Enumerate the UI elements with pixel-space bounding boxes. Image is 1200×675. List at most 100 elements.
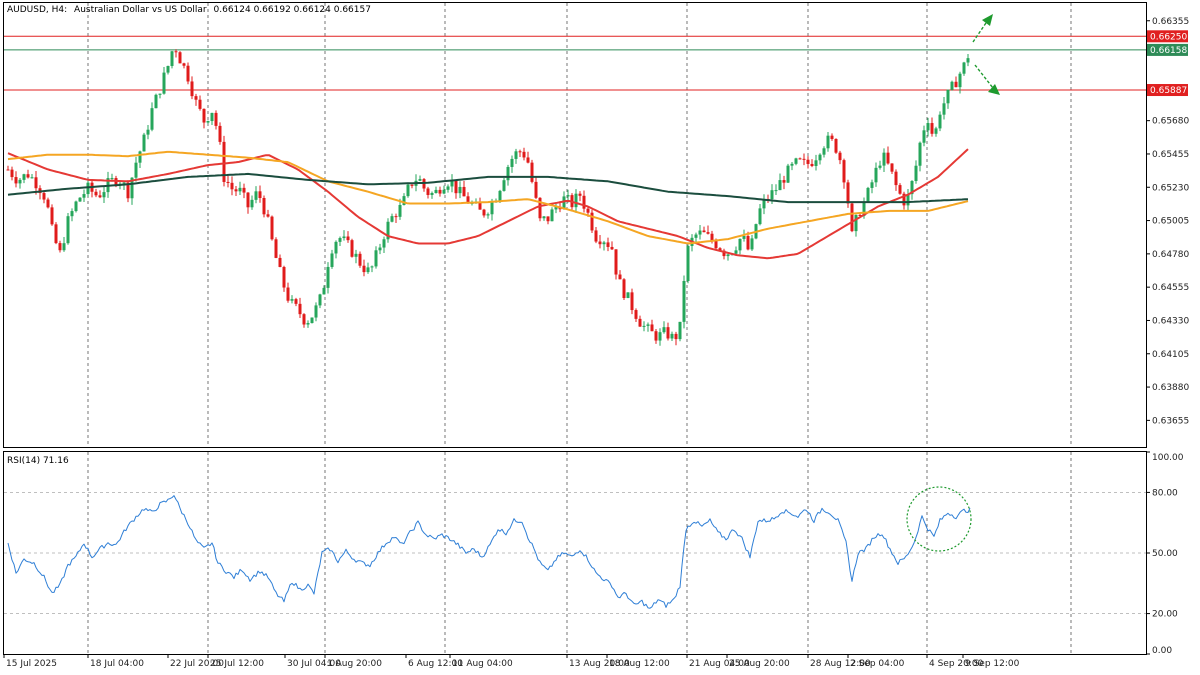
candle-80 (326, 262, 330, 294)
candle-111 (450, 174, 454, 193)
candle-body-150 (606, 242, 610, 247)
candle-144 (582, 190, 586, 213)
candle-body-45 (186, 65, 190, 82)
time-tick-label-7: 11 Aug 04:00 (452, 659, 513, 669)
candle-215 (866, 186, 870, 203)
candle-208 (838, 150, 842, 165)
candle-44 (182, 62, 186, 69)
candle-body-229 (922, 130, 926, 143)
candle-87 (354, 249, 358, 264)
candle-219 (882, 148, 886, 173)
candle-body-22 (94, 191, 98, 196)
candle-220 (886, 146, 890, 165)
candle-body-169 (682, 280, 686, 322)
candle-203 (818, 153, 822, 165)
candle-body-40 (166, 65, 170, 73)
candle-body-107 (434, 189, 438, 193)
price-level-label-1: 0.66158 (1150, 46, 1187, 56)
candle-body-12 (54, 224, 58, 244)
time-tick-label-5: 1 Aug 20:00 (327, 659, 382, 669)
candle-200 (806, 156, 810, 169)
price-tick-label-10: 0.63655 (1152, 416, 1189, 426)
candle-106 (430, 191, 434, 199)
candle-body-192 (774, 190, 778, 192)
candle-156 (630, 288, 634, 315)
candle-59 (242, 183, 246, 199)
price-tick-label-7: 0.64330 (1152, 316, 1189, 326)
candle-body-201 (810, 163, 814, 167)
candle-229 (922, 125, 926, 147)
candle-2 (14, 171, 18, 188)
candle-body-93 (378, 247, 382, 251)
candle-body-100 (406, 184, 410, 197)
candle-197 (794, 157, 798, 166)
candle-body-200 (806, 159, 810, 164)
candle-107 (434, 186, 438, 194)
candle-body-72 (294, 299, 298, 304)
candle-body-96 (390, 216, 394, 222)
candle-13 (58, 240, 62, 253)
candle-body-50 (206, 121, 210, 123)
candle-62 (254, 186, 258, 204)
candle-175 (706, 225, 710, 235)
candle-166 (670, 331, 674, 342)
candle-228 (918, 141, 922, 172)
candle-body-160 (646, 324, 650, 326)
candle-193 (778, 173, 782, 191)
candle-body-182 (734, 250, 738, 254)
candle-body-172 (694, 234, 698, 238)
candle-body-185 (746, 236, 750, 250)
candle-body-162 (654, 331, 658, 341)
candle-body-75 (306, 323, 310, 325)
candle-66 (270, 215, 274, 241)
time-tick-label-13: 2 Sep 04:00 (850, 659, 905, 669)
candle-body-132 (534, 181, 538, 198)
candle-152 (614, 249, 618, 280)
candle-48 (198, 95, 202, 111)
candle-body-130 (526, 157, 530, 163)
candle-body-154 (622, 279, 626, 299)
rsi-label: RSI(14) 71.16 (7, 456, 69, 466)
candle-body-11 (50, 207, 54, 225)
candle-186 (750, 234, 754, 252)
candle-body-98 (398, 204, 402, 217)
candle-230 (926, 117, 930, 137)
price-level-lines: 0.66250 0.66158 0.65887 (4, 30, 1188, 97)
time-tick-label-11: 25 Aug 20:00 (729, 659, 790, 669)
candle-227 (914, 160, 918, 184)
candle-45 (186, 62, 190, 85)
candle-body-67 (274, 239, 278, 258)
candle-218 (878, 160, 882, 170)
candle-202 (814, 154, 818, 171)
rsi-tick-label-4: 0.00 (1152, 646, 1172, 656)
candle-body-113 (458, 186, 462, 194)
candle-body-79 (322, 287, 326, 295)
candle-body-193 (778, 180, 782, 191)
candle-113 (458, 181, 462, 199)
candle-body-91 (370, 266, 374, 268)
candle-body-53 (218, 125, 222, 142)
candle-42 (174, 49, 178, 58)
candle-body-237 (954, 81, 958, 88)
candle-41 (170, 50, 174, 69)
candle-179 (722, 248, 726, 260)
candle-body-47 (194, 96, 198, 100)
candle-body-110 (446, 186, 450, 190)
candle-105 (426, 186, 430, 199)
candle-body-159 (642, 325, 646, 327)
candle-body-35 (146, 129, 150, 135)
trading-chart[interactable]: 0.66250 0.66158 0.65887 0.66355 0.65680 0.65… (0, 0, 1200, 675)
candle-body-149 (602, 242, 606, 245)
candle-46 (190, 76, 194, 100)
candle-body-34 (142, 134, 146, 152)
candle-221 (890, 163, 894, 174)
candle-body-196 (790, 163, 794, 166)
candle-190 (766, 194, 770, 204)
candle-body-158 (638, 318, 642, 327)
vertical-grid (87, 3, 1072, 654)
candle-76 (310, 317, 314, 324)
candle-168 (678, 321, 682, 342)
rsi-highlight-circle (906, 486, 972, 552)
candle-154 (622, 278, 626, 300)
candle-body-101 (410, 184, 414, 186)
